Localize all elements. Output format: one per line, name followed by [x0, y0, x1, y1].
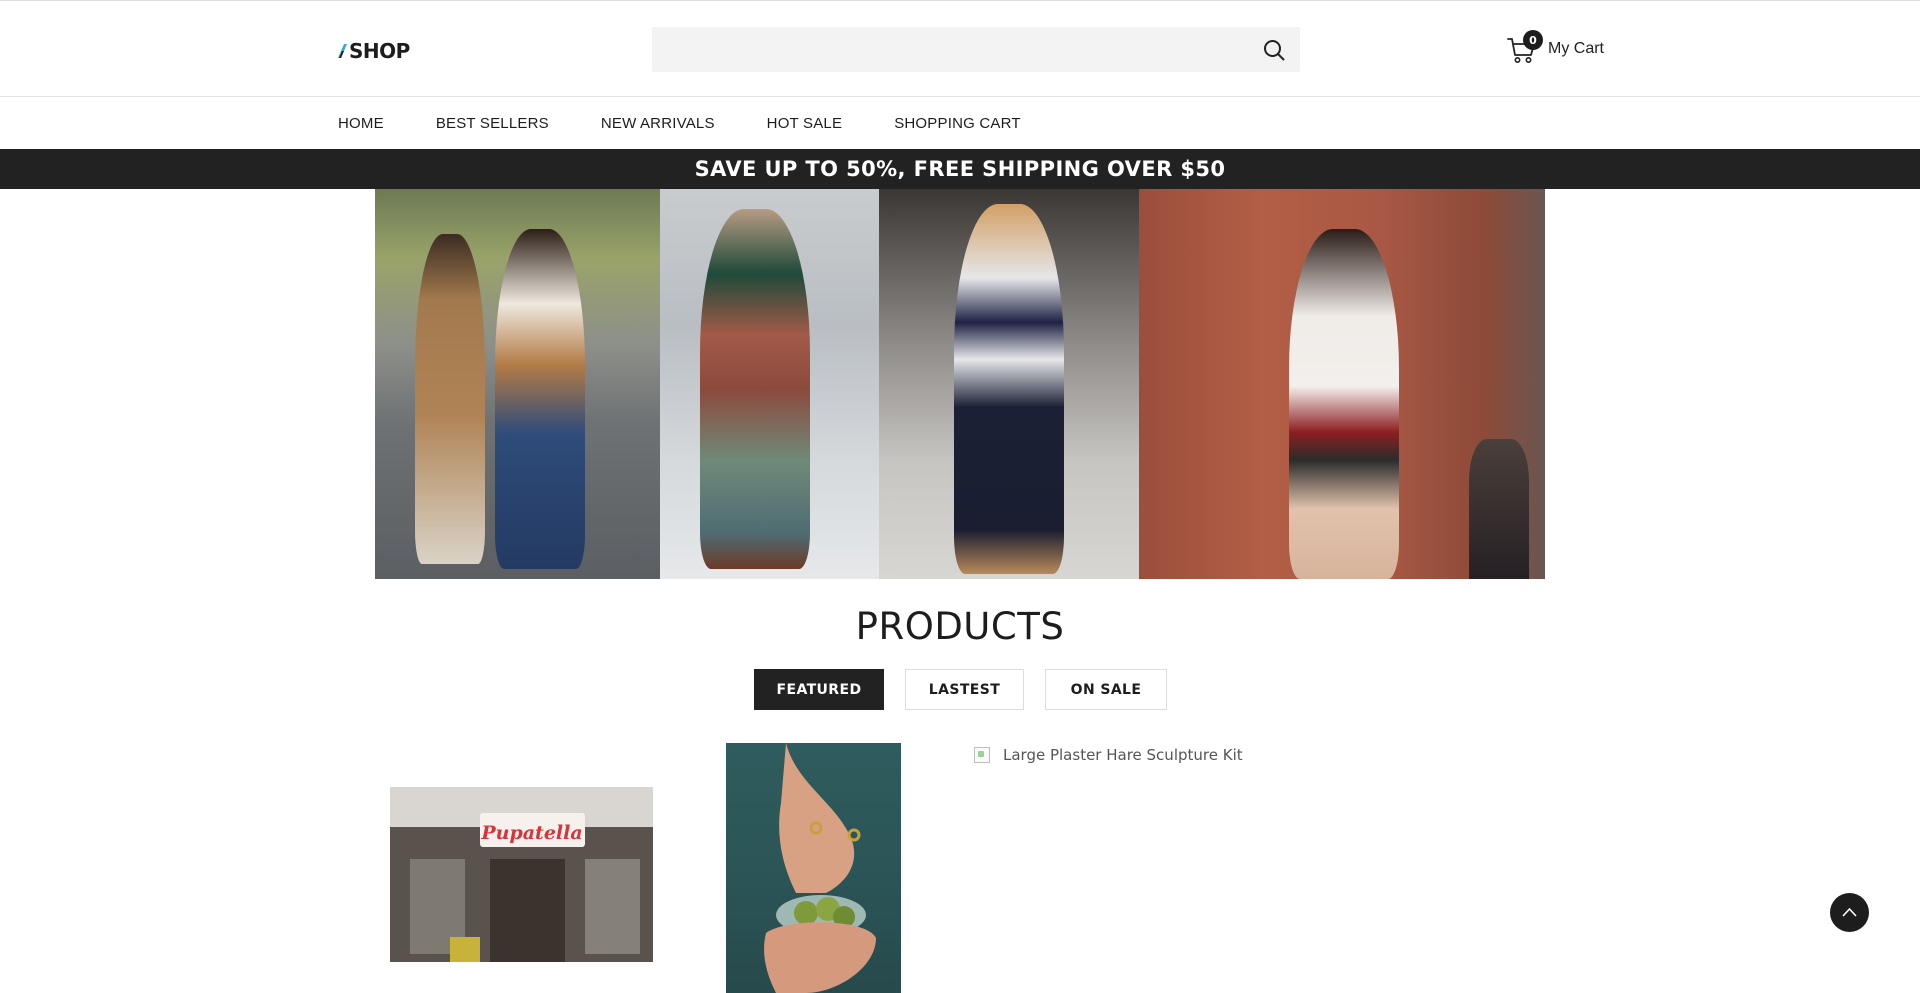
search-input[interactable]: [652, 27, 1242, 72]
hero-photo-1: [375, 189, 660, 579]
search-icon[interactable]: [1262, 38, 1286, 62]
broken-image-icon: [974, 747, 990, 763]
site-logo[interactable]: SHOP: [338, 38, 410, 64]
hero-photo-4: [1139, 189, 1545, 579]
nav-new-arrivals[interactable]: NEW ARRIVALS: [601, 115, 715, 132]
product-image-alt-text: Large Plaster Hare Sculpture Kit: [1003, 746, 1243, 764]
svg-text:Pupatella: Pupatella: [480, 822, 582, 844]
logo-text: SHOP: [349, 39, 410, 63]
logo-mark-icon: [338, 42, 348, 60]
product-tabs: FEATURED LASTEST ON SALE: [754, 669, 1188, 710]
nav-shopping-cart[interactable]: SHOPPING CART: [894, 115, 1021, 132]
back-to-top-button[interactable]: [1830, 893, 1869, 932]
nav-best-sellers[interactable]: BEST SELLERS: [436, 115, 549, 132]
product-image-hare-kit[interactable]: Large Plaster Hare Sculpture Kit: [974, 745, 1243, 765]
main-nav: HOME BEST SELLERS NEW ARRIVALS HOT SALE …: [0, 97, 1920, 149]
site-header: SHOP 0 My Cart: [0, 1, 1920, 97]
hero-photo-2: [660, 189, 879, 579]
cart-icon: 0: [1506, 30, 1543, 65]
promo-banner: SAVE UP TO 50%, FREE SHIPPING OVER $50: [0, 149, 1920, 189]
cart-link[interactable]: 0 My Cart: [1506, 30, 1604, 67]
hero-photo-3: [879, 189, 1139, 579]
chevron-up-icon: [1842, 907, 1857, 917]
products-title: PRODUCTS: [855, 605, 1065, 648]
tab-on-sale[interactable]: ON SALE: [1045, 669, 1167, 710]
cart-label: My Cart: [1548, 40, 1604, 57]
nav-home[interactable]: HOME: [338, 115, 384, 132]
search-bar: [652, 27, 1300, 72]
product-image-olives[interactable]: [726, 743, 901, 993]
hero-banner[interactable]: [375, 189, 1545, 579]
tab-lastest[interactable]: LASTEST: [905, 669, 1024, 710]
tab-featured[interactable]: FEATURED: [754, 669, 884, 710]
nav-hot-sale[interactable]: HOT SALE: [767, 115, 843, 132]
product-image-storefront[interactable]: Pupatella: [390, 787, 653, 962]
cart-count-badge: 0: [1523, 30, 1543, 50]
